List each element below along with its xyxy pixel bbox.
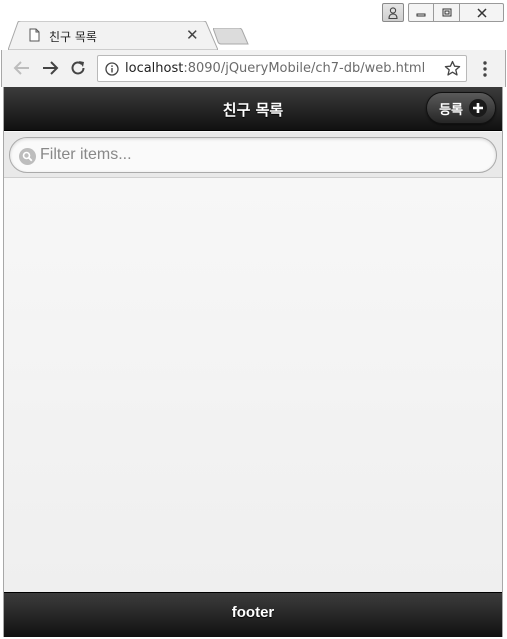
close-icon[interactable]: ✕ [186, 28, 199, 43]
url-host: localhost [125, 61, 184, 76]
plus-icon [469, 99, 487, 117]
maximize-icon[interactable] [434, 3, 460, 22]
arrow-right-icon[interactable] [40, 58, 60, 78]
filter-box [9, 137, 497, 173]
browser-window: 친구 목록 ✕ localhost:8090/jQueryMobile/ch7-… [0, 0, 507, 639]
minimize-icon[interactable] [408, 3, 434, 22]
info-icon[interactable] [105, 62, 119, 76]
page-viewport: 친구 목록 등록 footer [3, 87, 503, 637]
browser-toolbar: localhost:8090/jQueryMobile/ch7-db/web.h… [1, 50, 506, 87]
star-icon[interactable] [444, 60, 461, 77]
tab-title: 친구 목록 [49, 30, 97, 44]
url-path: :8090/jQueryMobile/ch7-db/web.html [183, 61, 426, 76]
friend-list [4, 179, 502, 592]
reload-icon[interactable] [68, 58, 88, 78]
footer-title: footer [231, 604, 275, 621]
page-footer: footer [4, 592, 502, 637]
arrow-left-icon[interactable] [12, 58, 32, 78]
url-text: localhost:8090/jQueryMobile/ch7-db/web.h… [125, 61, 425, 76]
filter-input[interactable] [40, 142, 480, 168]
address-bar[interactable]: localhost:8090/jQueryMobile/ch7-db/web.h… [97, 55, 467, 82]
add-friend-button[interactable]: 등록 [426, 92, 496, 124]
new-tab-button[interactable] [213, 28, 249, 45]
add-button-label: 등록 [439, 102, 463, 118]
search-icon [19, 148, 36, 165]
page-header: 친구 목록 등록 [4, 87, 502, 131]
kebab-menu-icon[interactable] [478, 59, 492, 79]
filter-bar [4, 132, 502, 178]
page-icon [29, 28, 40, 42]
window-close-icon[interactable] [460, 3, 504, 22]
window-controls [382, 3, 504, 22]
user-icon[interactable] [382, 3, 404, 22]
